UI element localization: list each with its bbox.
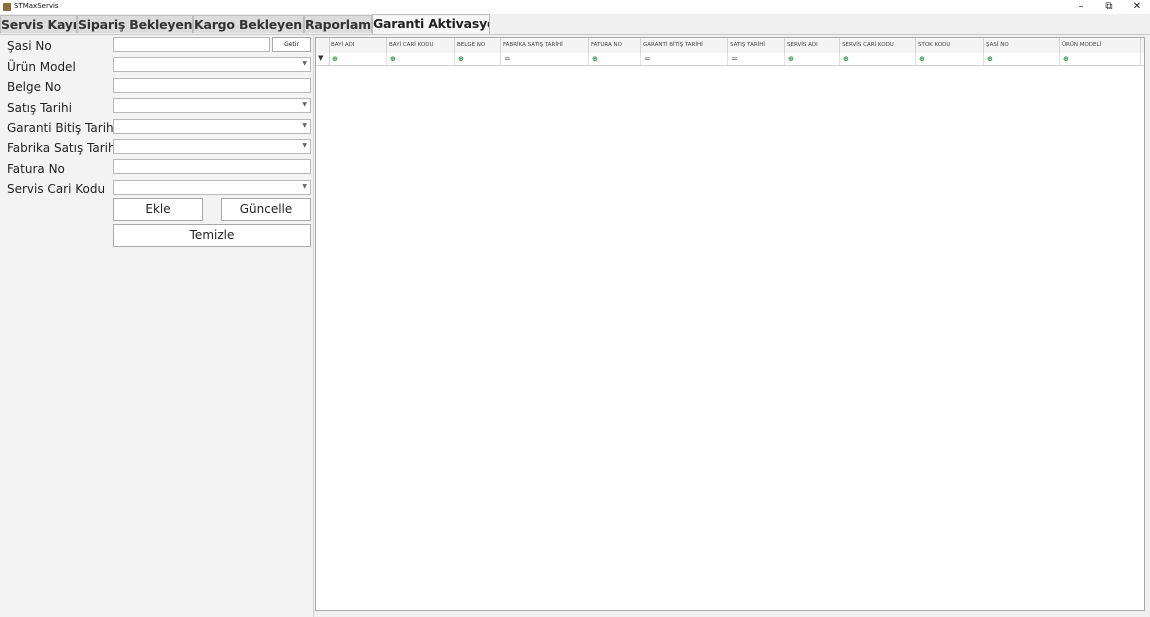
column-filter-cell[interactable]: = (641, 53, 728, 65)
chevron-down-icon: ▼ (302, 183, 307, 190)
column-filter-cell[interactable]: ⊕ (984, 53, 1060, 65)
column-filter-cell[interactable]: ⊕ (455, 53, 501, 65)
belge-no-input[interactable] (113, 78, 311, 93)
column-filter-cell[interactable]: ⊕ (785, 53, 840, 65)
grid-filter-row: ▼ ⊕ ⊕ ⊕ = ⊕ = = ⊕ ⊕ ⊕ ⊕ ⊕ (316, 53, 1144, 66)
column-filter-cell[interactable]: ⊕ (840, 53, 916, 65)
column-header[interactable]: SATIŞ TARİHİ (728, 38, 785, 53)
fabrika-satis-picker[interactable]: ▼ (113, 139, 311, 154)
urun-model-select[interactable]: ▼ (113, 57, 311, 72)
column-header[interactable]: ŞASİ NO (984, 38, 1060, 53)
column-filter-cell[interactable]: ⊕ (1060, 53, 1141, 65)
equals-operator-icon[interactable]: = (644, 54, 651, 63)
contains-operator-icon[interactable]: ⊕ (592, 55, 598, 63)
sasi-no-label: Şasi No (7, 39, 52, 53)
fabrika-satis-label: Fabrika Satış Tarihi (7, 141, 119, 155)
column-header[interactable]: ÜRÜN MODELİ (1060, 38, 1141, 53)
chevron-down-icon: ▼ (302, 101, 307, 108)
satis-tarihi-label: Satış Tarihi (7, 101, 72, 115)
servis-cari-select[interactable]: ▼ (113, 180, 311, 195)
column-header[interactable]: SERVİS ADI (785, 38, 840, 53)
contains-operator-icon[interactable]: ⊕ (458, 55, 464, 63)
contains-operator-icon[interactable]: ⊕ (788, 55, 794, 63)
chevron-down-icon: ▼ (302, 60, 307, 67)
column-header[interactable]: FATURA NO (589, 38, 641, 53)
column-filter-cell[interactable]: ⊕ (916, 53, 984, 65)
guncelle-button[interactable]: Güncelle (221, 198, 311, 221)
contains-operator-icon[interactable]: ⊕ (919, 55, 925, 63)
chevron-down-icon: ▼ (302, 122, 307, 129)
equals-operator-icon[interactable]: = (731, 54, 738, 63)
column-filter-cell[interactable]: ⊕ (329, 53, 387, 65)
ekle-button[interactable]: Ekle (113, 198, 203, 221)
filter-indicator: ▼ (316, 53, 330, 65)
garanti-bitis-picker[interactable]: ▼ (113, 119, 311, 134)
column-header[interactable]: BAYİ CARİ KODU (387, 38, 455, 53)
chevron-down-icon: ▼ (302, 142, 307, 149)
column-header[interactable]: GARANTİ BİTİŞ TARİHİ (641, 38, 728, 53)
tab-servis-kayit[interactable]: Servis Kayıt (0, 15, 77, 33)
servis-cari-label: Servis Cari Kodu (7, 182, 106, 196)
form-panel: Şasi No Getir Ürün Model ▼ Belge No Satı… (0, 35, 314, 617)
fatura-no-label: Fatura No (7, 162, 65, 176)
contains-operator-icon[interactable]: ⊕ (843, 55, 849, 63)
column-header[interactable]: STOK KODU (916, 38, 984, 53)
tab-raporlama[interactable]: Raporlama (304, 15, 372, 33)
contains-operator-icon[interactable]: ⊕ (332, 55, 338, 63)
satis-tarihi-picker[interactable]: ▼ (113, 98, 311, 113)
warranty-grid[interactable]: BAYİ ADI BAYİ CARİ KODU BELGE NO FABRİKA SA… (315, 37, 1145, 611)
getir-button[interactable]: Getir (272, 37, 311, 52)
window-title: STMaxServis (14, 2, 59, 10)
filter-funnel-icon[interactable]: ▼ (318, 54, 323, 62)
contains-operator-icon[interactable]: ⊕ (987, 55, 993, 63)
row-indicator-header (316, 38, 330, 53)
column-filter-cell[interactable]: = (501, 53, 589, 65)
contains-operator-icon[interactable]: ⊕ (390, 55, 396, 63)
urun-model-label: Ürün Model (7, 60, 76, 74)
column-header[interactable]: FABRİKA SATIŞ TARİHİ (501, 38, 589, 53)
equals-operator-icon[interactable]: = (504, 54, 511, 63)
tab-strip: Servis Kayıt Sipariş Bekleyenler Kargo B… (0, 14, 1150, 35)
tab-siparis-bekleyenler[interactable]: Sipariş Bekleyenler (77, 15, 193, 33)
app-icon (3, 3, 11, 11)
column-filter-cell[interactable]: ⊕ (589, 53, 641, 65)
sasi-no-input[interactable] (113, 37, 270, 52)
tab-garanti-aktivasyon[interactable]: Garanti Aktivasyon (372, 14, 490, 34)
column-filter-cell[interactable]: = (728, 53, 785, 65)
tab-kargo-bekleyenler[interactable]: Kargo Bekleyenler (193, 15, 304, 33)
title-bar: STMaxServis – ⧉ ✕ (0, 0, 1150, 14)
column-filter-cell[interactable]: ⊕ (387, 53, 455, 65)
column-header[interactable]: BAYİ ADI (329, 38, 387, 53)
close-button[interactable]: ✕ (1127, 0, 1147, 14)
grid-header: BAYİ ADI BAYİ CARİ KODU BELGE NO FABRİKA SA… (316, 38, 1144, 54)
belge-no-label: Belge No (7, 80, 62, 94)
column-header[interactable]: SERVİS CARİ KODU (840, 38, 916, 53)
temizle-button[interactable]: Temizle (113, 224, 311, 247)
contains-operator-icon[interactable]: ⊕ (1063, 55, 1069, 63)
garanti-bitis-label: Garanti Bitiş Tarihi (7, 121, 117, 135)
fatura-no-input[interactable] (113, 159, 311, 174)
column-header[interactable]: BELGE NO (455, 38, 501, 53)
minimize-button[interactable]: – (1071, 0, 1091, 14)
maximize-button[interactable]: ⧉ (1099, 0, 1119, 14)
